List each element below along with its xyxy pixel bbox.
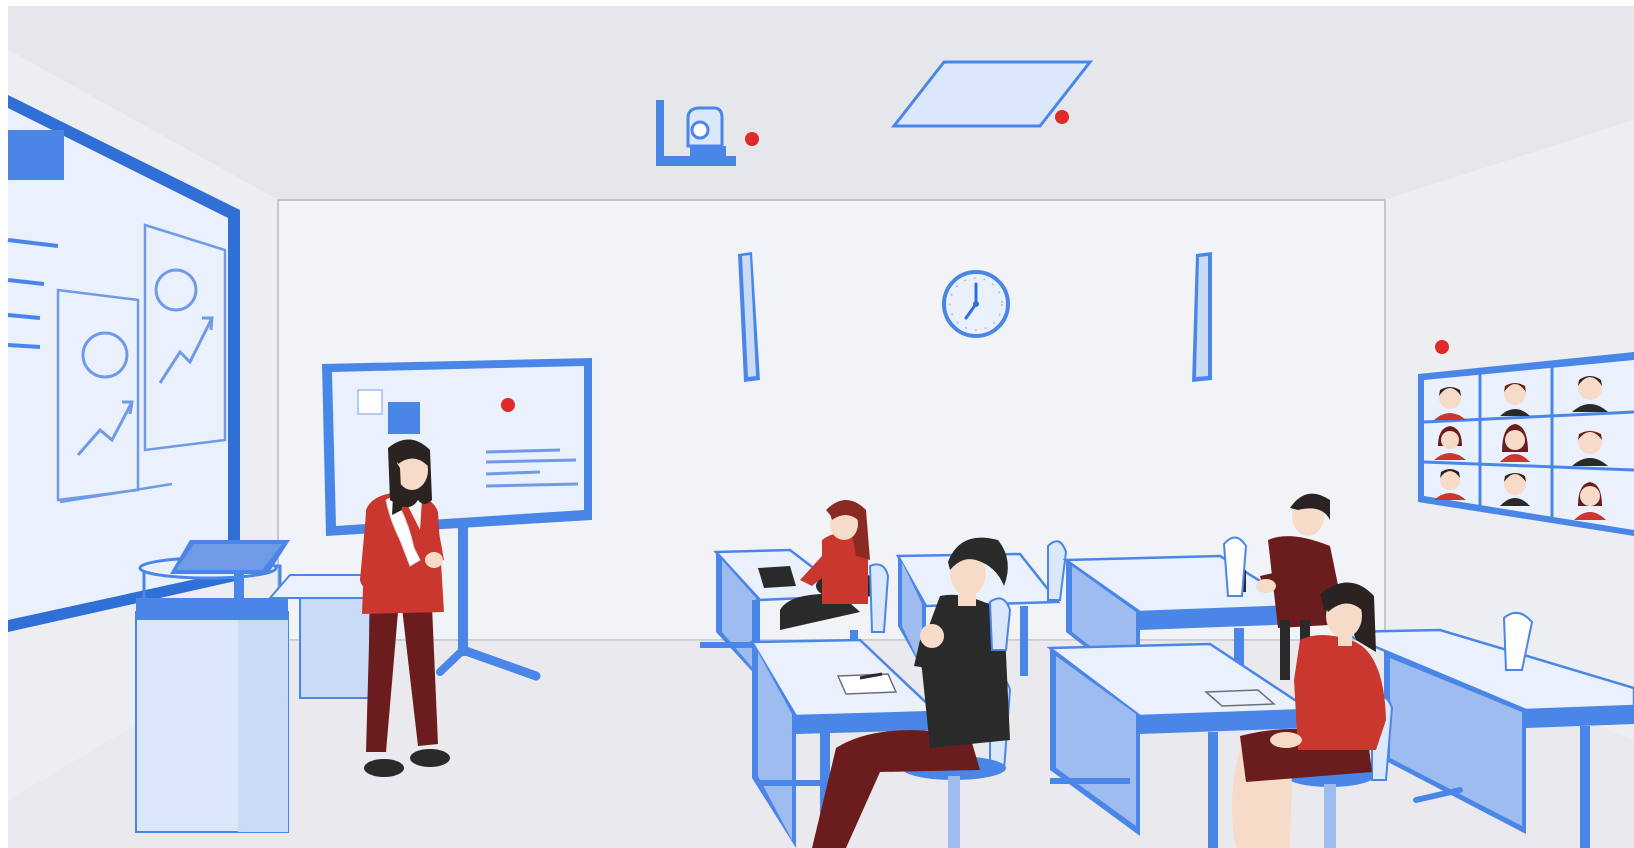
highlight-dot [1435,340,1449,354]
highlight-dot [1055,110,1069,124]
chair [988,597,1012,651]
wall-clock-icon [942,270,1010,338]
highlight-dot [745,132,759,146]
ceiling [8,6,1634,200]
highlight-dot [501,398,515,412]
classroom-scene [0,0,1634,848]
